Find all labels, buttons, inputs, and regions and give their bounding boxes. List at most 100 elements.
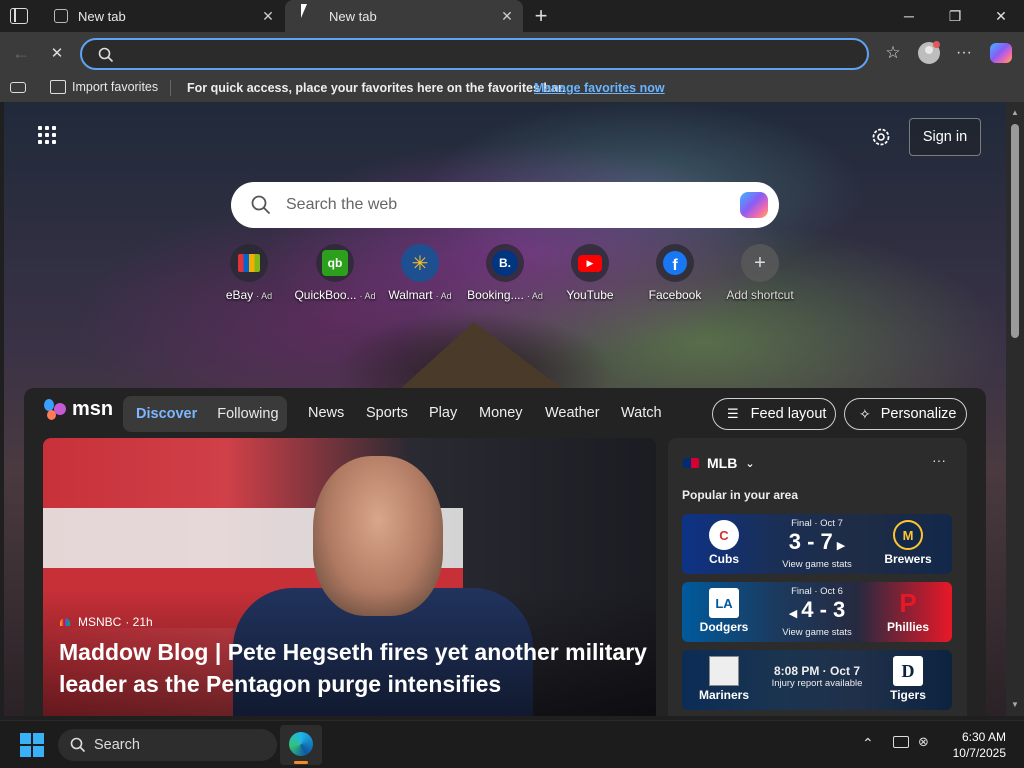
nav-watch[interactable]: Watch bbox=[621, 405, 662, 421]
taskbar-search[interactable]: Search bbox=[58, 729, 277, 761]
network-icon[interactable] bbox=[893, 736, 909, 748]
web-search-box[interactable]: Search the web bbox=[231, 182, 779, 228]
tab-title: New tab bbox=[78, 8, 126, 24]
winner-arrow-icon: ▶ bbox=[836, 540, 846, 552]
game-row[interactable]: LA Dodgers Final · Oct 6 ◀ 4 - 3 View gam… bbox=[682, 582, 952, 642]
youtube-icon: ▶ bbox=[571, 244, 609, 282]
profile-avatar-icon[interactable] bbox=[914, 38, 944, 68]
close-tab-icon[interactable]: ✕ bbox=[256, 8, 280, 25]
restore-icon[interactable]: ❐ bbox=[932, 0, 978, 32]
feed-layout-button[interactable]: ☰ Feed layout bbox=[712, 398, 836, 430]
sign-in-button[interactable]: Sign in bbox=[909, 118, 981, 156]
copilot-icon[interactable] bbox=[740, 192, 768, 218]
shortcut-walmart[interactable]: ✳ Walmart · Ad bbox=[375, 244, 465, 302]
ad-badge: · Ad bbox=[435, 291, 452, 301]
cubs-logo-icon: C bbox=[709, 520, 739, 550]
nav-weather[interactable]: Weather bbox=[545, 405, 600, 421]
shortcut-youtube[interactable]: ▶ YouTube bbox=[545, 244, 635, 302]
article-headline[interactable]: Maddow Blog | Pete Hegseth fires yet ano… bbox=[59, 636, 649, 700]
away-team: D Tigers bbox=[876, 650, 940, 710]
source-name: MSNBC bbox=[78, 615, 122, 629]
personalize-button[interactable]: ✧ Personalize bbox=[844, 398, 967, 430]
personalize-label: Personalize bbox=[880, 406, 957, 422]
system-clock[interactable]: 6:30 AM 10/7/2025 bbox=[942, 729, 1006, 761]
nav-sports[interactable]: Sports bbox=[366, 405, 408, 421]
game-row[interactable]: C Cubs Final · Oct 7 3 - 7 ▶ View game st… bbox=[682, 514, 952, 574]
game-link[interactable]: View game stats bbox=[762, 627, 872, 638]
game-info: Final · Oct 7 3 - 7 ▶ View game stats bbox=[762, 514, 872, 570]
tab-2[interactable]: New tab ✕ bbox=[285, 0, 523, 32]
back-arrow-icon[interactable]: ← bbox=[6, 38, 36, 68]
settings-gear-icon[interactable] bbox=[870, 126, 892, 148]
minimize-icon[interactable]: ─ bbox=[886, 0, 932, 32]
game-link[interactable]: Injury report available bbox=[762, 678, 872, 689]
shortcut-add[interactable]: + Add shortcut bbox=[715, 244, 805, 302]
shortcut-label: Booking.... bbox=[467, 288, 524, 302]
chevron-down-icon: ⌄ bbox=[745, 457, 755, 470]
windows-start-icon[interactable] bbox=[20, 733, 44, 757]
stop-loading-icon[interactable]: ✕ bbox=[42, 38, 72, 68]
tab-title: New tab bbox=[329, 8, 377, 24]
active-app-indicator bbox=[294, 761, 308, 764]
tab-discover[interactable]: Discover bbox=[136, 406, 197, 422]
sliders-icon: ☰ bbox=[727, 406, 739, 421]
tab-strip: New tab ✕ New tab ✕ + ─ ❐ ✕ bbox=[0, 0, 1024, 32]
shortcut-label: Add shortcut bbox=[726, 288, 794, 302]
address-toolbar: ← ✕ ☆ ··· bbox=[0, 32, 1024, 74]
scroll-down-arrow-icon[interactable]: ▼ bbox=[1010, 700, 1020, 709]
brewers-logo-icon: M bbox=[893, 520, 923, 550]
shortcut-label: eBay bbox=[225, 288, 254, 302]
mlb-header[interactable]: MLB ⌄ bbox=[683, 455, 755, 471]
article-source: MSNBC · 21h bbox=[60, 615, 153, 629]
msn-butterfly-icon bbox=[44, 398, 68, 421]
shortcut-ebay[interactable]: eBay · Ad bbox=[204, 244, 294, 302]
nav-money[interactable]: Money bbox=[479, 405, 523, 421]
tab-following[interactable]: Following bbox=[217, 406, 278, 422]
team-name: Tigers bbox=[890, 688, 926, 702]
shortcut-booking[interactable]: B. Booking.... · Ad bbox=[460, 244, 550, 302]
feed-layout-label: Feed layout bbox=[750, 406, 827, 422]
scroll-up-arrow-icon[interactable]: ▲ bbox=[1010, 108, 1020, 117]
ebay-icon bbox=[230, 244, 268, 282]
more-options-icon[interactable]: ··· bbox=[949, 38, 979, 68]
game-time: 8:08 PM · Oct 7 bbox=[773, 664, 861, 678]
address-bar[interactable] bbox=[80, 38, 869, 70]
nav-play[interactable]: Play bbox=[429, 405, 457, 421]
close-window-icon[interactable]: ✕ bbox=[978, 0, 1024, 32]
manage-favorites-link[interactable]: Manage favorites now bbox=[534, 81, 665, 95]
page-scrollbar[interactable]: ▲ ▼ bbox=[1006, 102, 1024, 716]
scrollbar-thumb[interactable] bbox=[1011, 124, 1019, 338]
shortcut-quickbooks[interactable]: qb QuickBoo... · Ad bbox=[290, 244, 380, 302]
import-favorites-button[interactable]: Import favorites bbox=[50, 80, 158, 94]
tab-actions-icon[interactable] bbox=[10, 8, 28, 24]
favorites-bar: Import favorites For quick access, place… bbox=[0, 74, 1024, 102]
favorites-star-icon[interactable]: ☆ bbox=[878, 38, 908, 68]
more-options-icon[interactable]: ··· bbox=[932, 452, 946, 468]
tab-1[interactable]: New tab ✕ bbox=[44, 0, 284, 32]
reading-view-icon[interactable] bbox=[10, 82, 26, 93]
game-row[interactable]: Mariners 8:08 PM · Oct 7 Injury report a… bbox=[682, 650, 952, 710]
ad-badge: · Ad bbox=[526, 291, 543, 301]
taskbar-search-label: Search bbox=[94, 737, 140, 753]
game-link[interactable]: View game stats bbox=[762, 559, 872, 570]
chevron-up-icon[interactable]: ⌃ bbox=[862, 735, 874, 752]
mariners-logo-icon bbox=[709, 656, 739, 686]
new-tab-button[interactable]: + bbox=[530, 3, 552, 28]
favbar-divider bbox=[170, 80, 171, 96]
shortcut-label: Walmart bbox=[388, 288, 433, 302]
app-launcher-icon[interactable] bbox=[38, 126, 58, 146]
team-name: Cubs bbox=[709, 552, 739, 566]
shortcut-facebook[interactable]: f Facebook bbox=[630, 244, 720, 302]
msn-logo[interactable]: msn bbox=[44, 398, 113, 421]
nav-news[interactable]: News bbox=[308, 405, 344, 421]
favorites-hint: For quick access, place your favorites h… bbox=[187, 81, 566, 95]
volume-muted-icon[interactable]: ⊗ bbox=[918, 734, 929, 750]
browser-window: New tab ✕ New tab ✕ + ─ ❐ ✕ ← ✕ ☆ ··· Im… bbox=[0, 0, 1024, 768]
close-tab-icon[interactable]: ✕ bbox=[495, 8, 519, 25]
hero-article-card[interactable]: MSNBC · 21h Maddow Blog | Pete Hegseth f… bbox=[43, 438, 656, 716]
dodgers-logo-icon: LA bbox=[709, 588, 739, 618]
copilot-icon[interactable] bbox=[986, 38, 1016, 68]
home-team: C Cubs bbox=[692, 514, 756, 574]
edge-taskbar-button[interactable] bbox=[280, 725, 322, 765]
mlb-title: MLB bbox=[707, 455, 738, 471]
